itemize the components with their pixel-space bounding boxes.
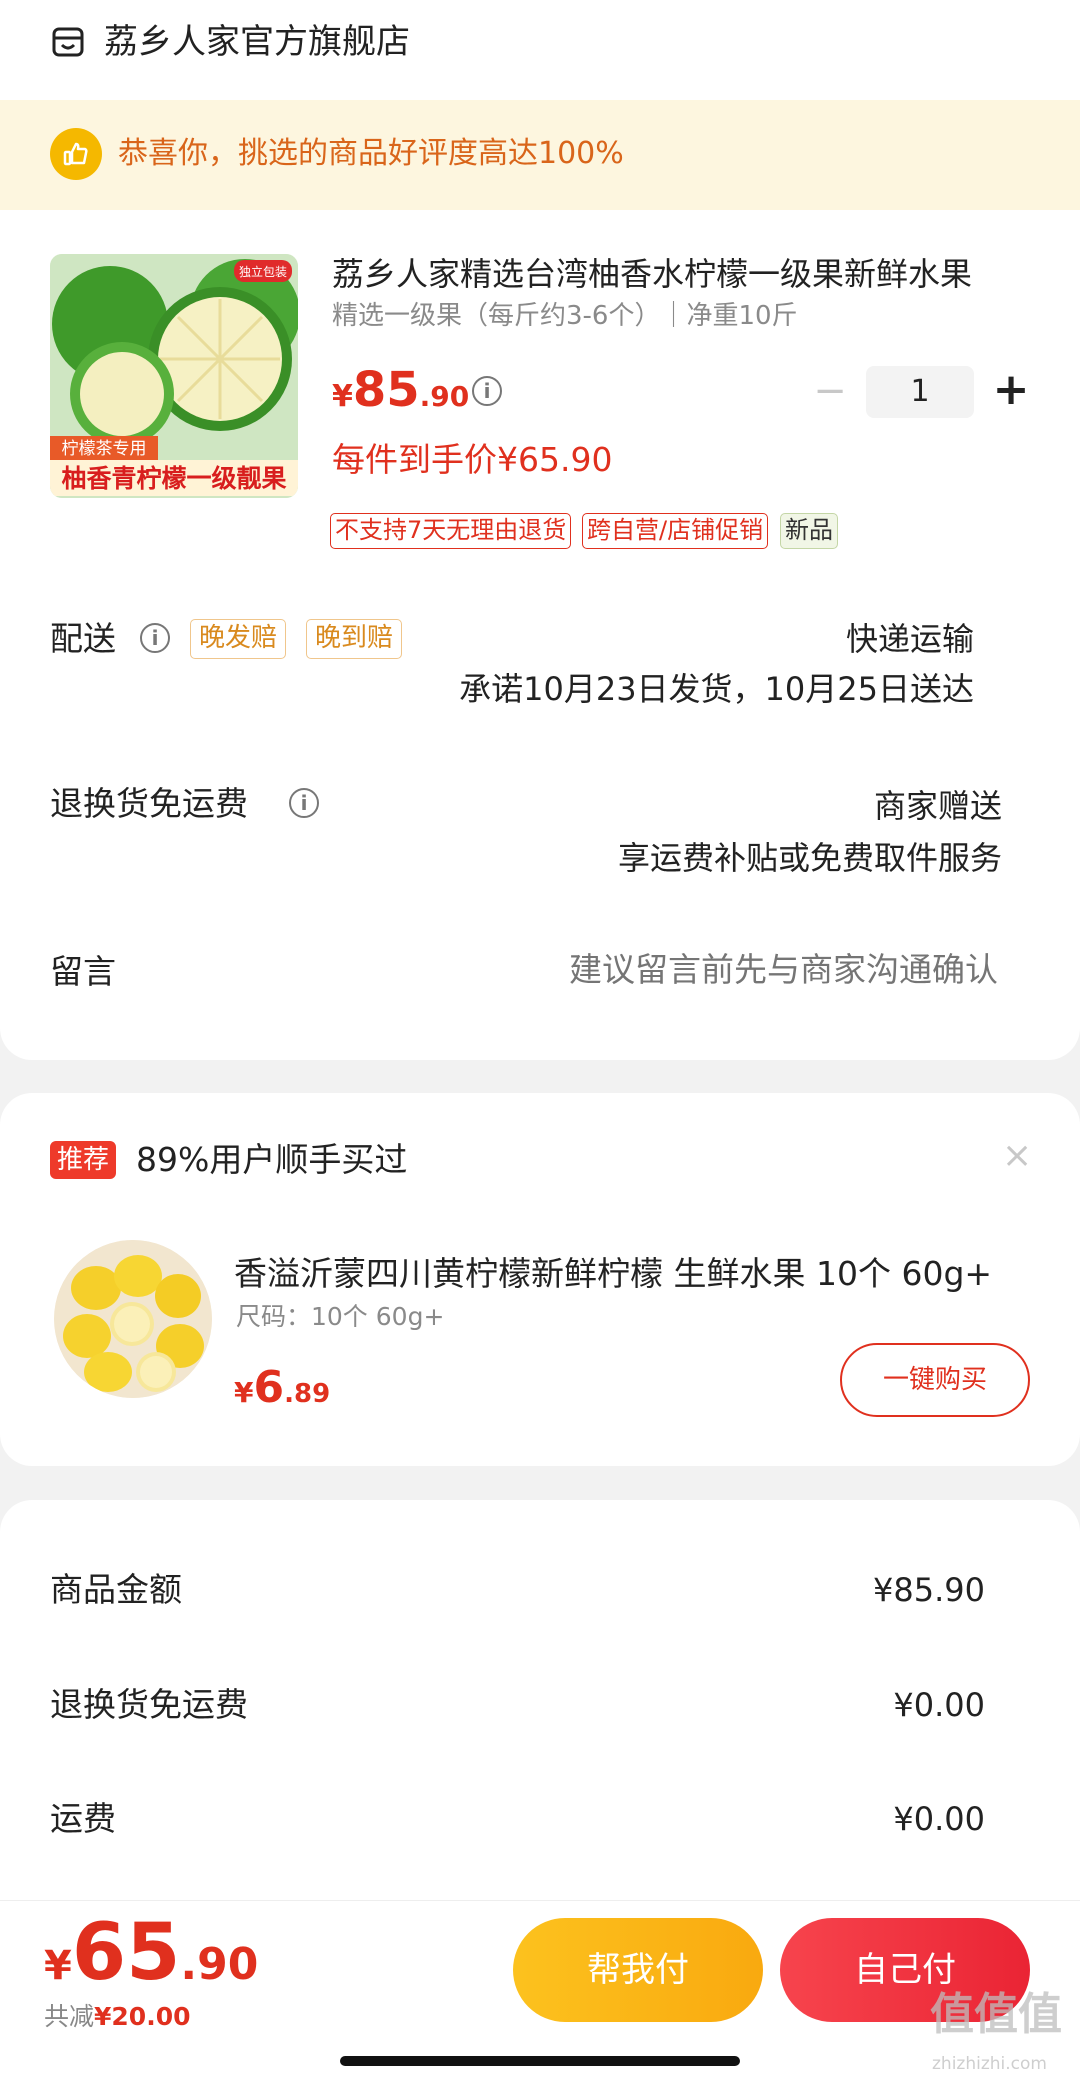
tag-no-return: 不支持7天无理由退货	[330, 513, 572, 549]
image-caption-1: 柠檬茶专用	[62, 439, 147, 459]
one-click-buy-button[interactable]: 一键购买	[840, 1343, 1030, 1417]
summary-value-return-shipping: ¥0.00	[893, 1686, 985, 1724]
product-spec[interactable]: 精选一级果（每斤约3-6个）｜净重10斤	[332, 298, 798, 334]
summary-label-shipping: 运费	[50, 1799, 116, 1838]
return-shipping-label: 退换货免运费	[50, 784, 248, 823]
recommend-price: ¥ 6 .89	[234, 1362, 330, 1413]
shop-name[interactable]: 荔乡人家官方旗舰店	[104, 20, 410, 64]
watermark-url: zhizhizhi.com	[932, 2054, 1047, 2074]
recommend-title: 89%用户顺手买过	[136, 1140, 408, 1179]
price-info-icon[interactable]: i	[472, 376, 502, 406]
return-shipping-service: 享运费补贴或免费取件服务	[617, 839, 1002, 877]
thumbs-up-icon	[50, 128, 102, 180]
banner-text: 恭喜你，挑选的商品好评度高达100%	[118, 136, 624, 171]
product-price: ¥ 85 .90	[332, 362, 469, 418]
total-currency: ¥	[44, 1943, 72, 1989]
help-me-pay-button[interactable]: 帮我付	[513, 1918, 763, 2022]
close-icon[interactable]: ×	[1002, 1134, 1032, 1178]
delivery-info-icon[interactable]: i	[140, 623, 170, 653]
price-decimal: .90	[419, 380, 470, 413]
product-title[interactable]: 荔乡人家精选台湾柚香水柠檬一级果新鲜水果	[332, 252, 1032, 296]
quantity-decrease-button[interactable]: −	[810, 366, 850, 416]
total-discount[interactable]: 共减¥20.00	[44, 2000, 191, 2034]
recommend-price-integer: 6	[253, 1362, 285, 1413]
quantity-input[interactable]: 1	[866, 366, 974, 418]
total-price: ¥ 65 .90	[44, 1908, 258, 1998]
image-badge: 独立包装	[239, 264, 287, 279]
summary-label-goods: 商品金额	[50, 1570, 182, 1609]
message-label: 留言	[50, 952, 116, 991]
summary-value-shipping: ¥0.00	[893, 1800, 985, 1838]
delivery-promise[interactable]: 承诺10月23日发货，10月25日送达	[459, 667, 974, 711]
recommend-badge: 推荐	[50, 1141, 117, 1179]
image-caption-2: 柚香青柠檬一级靓果	[61, 464, 286, 493]
total-decimal: .90	[180, 1939, 259, 1990]
summary-label-return-shipping: 退换货免运费	[50, 1685, 248, 1724]
return-shipping-info-icon[interactable]: i	[289, 788, 319, 818]
tag-promotion: 跨自营/店铺促销	[582, 513, 769, 549]
price-integer: 85	[352, 362, 420, 418]
recommend-product-name[interactable]: 香溢沂蒙四川黄柠檬新鲜柠檬 生鲜水果 10个 60g+	[234, 1252, 1034, 1296]
product-image[interactable]: 独立包装 柠檬茶专用 柚香青柠檬一级靓果	[50, 254, 298, 498]
discount-label: 共减	[44, 2002, 95, 2031]
late-ship-comp-tag: 晚发赔	[190, 619, 287, 659]
delivery-method[interactable]: 快递运输	[846, 617, 974, 661]
message-input[interactable]	[398, 948, 998, 992]
watermark-logo: 值值值	[930, 1989, 1062, 2040]
recommend-price-currency: ¥	[234, 1376, 254, 1409]
delivery-label: 配送	[50, 619, 116, 658]
shop-icon	[52, 27, 84, 57]
recommend-product-image[interactable]	[54, 1240, 212, 1398]
net-price-per-item: 每件到手价¥65.90	[332, 440, 613, 479]
late-arrival-comp-tag: 晚到赔	[306, 619, 403, 659]
home-indicator[interactable]	[340, 2056, 740, 2066]
recommend-product-size: 尺码：10个 60g+	[236, 1302, 445, 1331]
summary-value-goods: ¥85.90	[873, 1571, 985, 1609]
recommend-price-decimal: .89	[284, 1379, 331, 1409]
discount-value: ¥20.00	[94, 2002, 191, 2031]
total-integer: 65	[71, 1908, 181, 1998]
tag-new: 新品	[780, 513, 838, 549]
return-shipping-value: 商家赠送	[873, 787, 1002, 825]
quantity-increase-button[interactable]: +	[988, 362, 1034, 418]
price-currency: ¥	[332, 379, 353, 414]
